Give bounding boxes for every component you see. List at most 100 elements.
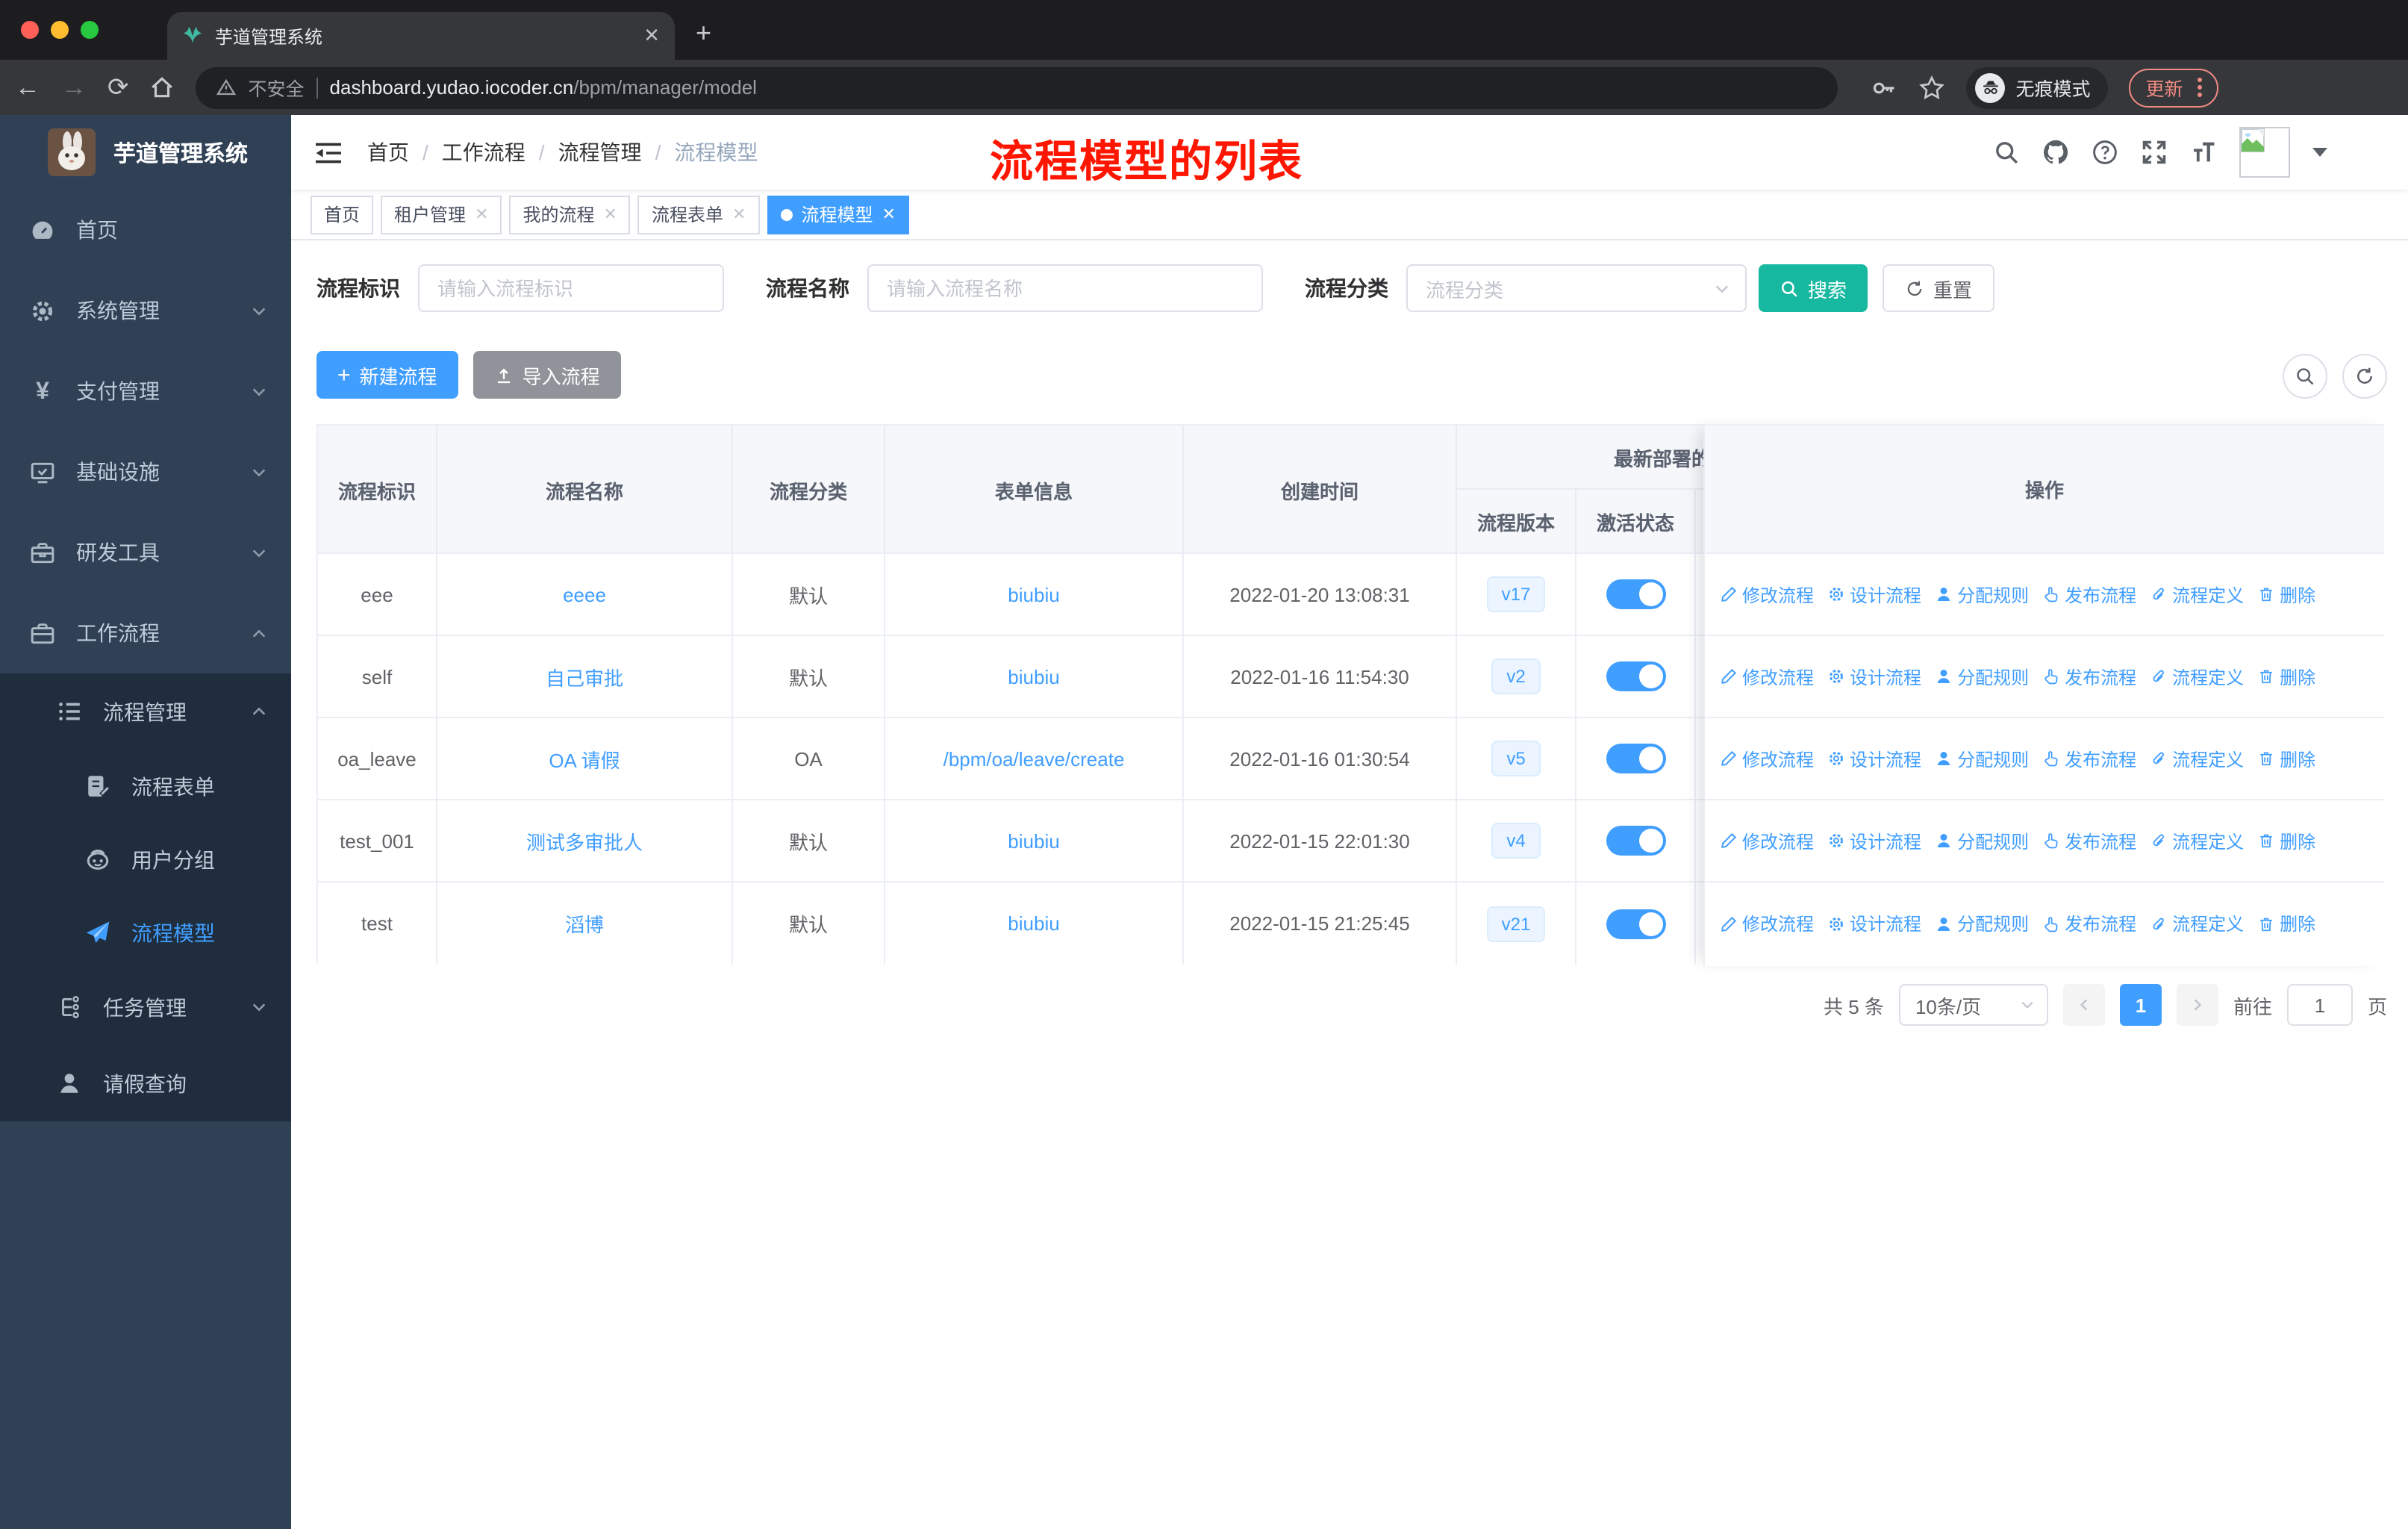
process-name-input[interactable] <box>867 264 1263 312</box>
current-page-button[interactable]: 1 <box>2119 984 2162 1026</box>
font-size-icon[interactable] <box>2190 139 2217 166</box>
version-tag[interactable]: v21 <box>1486 906 1546 941</box>
key-icon[interactable] <box>1871 74 1898 101</box>
active-toggle[interactable] <box>1606 826 1665 856</box>
process-definition-action[interactable]: 流程定义 <box>2150 664 2244 689</box>
create-process-button[interactable]: + 新建流程 <box>316 351 458 399</box>
tag-close-icon[interactable]: ✕ <box>882 205 895 224</box>
publish-process-action[interactable]: 发布流程 <box>2042 582 2136 607</box>
forward-icon[interactable]: → <box>61 75 87 100</box>
process-name-link[interactable]: 滔博 <box>437 882 733 965</box>
app-logo[interactable]: 芋道管理系统 <box>0 115 291 190</box>
toggle-search-button[interactable] <box>2283 354 2327 399</box>
delete-action[interactable]: 删除 <box>2257 746 2315 771</box>
user-avatar[interactable] <box>2239 127 2290 178</box>
process-id-input[interactable] <box>418 264 724 312</box>
view-tag[interactable]: 我的流程 ✕ <box>509 195 631 234</box>
edit-process-action[interactable]: 修改流程 <box>1720 664 1814 689</box>
view-tag[interactable]: 租户管理 ✕ <box>381 195 502 234</box>
design-process-action[interactable]: 设计流程 <box>1827 746 1921 771</box>
minimize-window-icon[interactable] <box>51 21 69 39</box>
sidebar-item-process-mgmt[interactable]: 流程管理 <box>0 673 291 750</box>
tag-close-icon[interactable]: ✕ <box>732 205 746 224</box>
delete-action[interactable]: 删除 <box>2257 582 2315 607</box>
process-definition-action[interactable]: 流程定义 <box>2150 911 2244 936</box>
sidebar-item-home[interactable]: 首页 <box>0 190 291 270</box>
security-label[interactable]: 不安全 <box>249 73 305 102</box>
new-tab-icon[interactable]: + <box>696 19 711 46</box>
publish-process-action[interactable]: 发布流程 <box>2042 911 2136 936</box>
delete-action[interactable]: 删除 <box>2257 828 2315 853</box>
publish-process-action[interactable]: 发布流程 <box>2042 664 2136 689</box>
assign-rule-action[interactable]: 分配规则 <box>1935 828 2029 853</box>
process-definition-action[interactable]: 流程定义 <box>2150 828 2244 853</box>
active-toggle[interactable] <box>1606 744 1665 773</box>
delete-action[interactable]: 删除 <box>2257 911 2315 936</box>
form-info-link[interactable]: biubiu <box>885 636 1184 717</box>
maximize-window-icon[interactable] <box>81 21 99 39</box>
reload-icon[interactable]: ⟳ <box>107 75 129 100</box>
sidebar-item-infra[interactable]: 基础设施 <box>0 432 291 512</box>
sidebar-item-system[interactable]: 系统管理 <box>0 270 291 351</box>
design-process-action[interactable]: 设计流程 <box>1827 828 1921 853</box>
sidebar-item-user-group[interactable]: 用户分组 <box>0 823 291 896</box>
prev-page-button[interactable] <box>2062 984 2105 1026</box>
edit-process-action[interactable]: 修改流程 <box>1720 582 1814 607</box>
design-process-action[interactable]: 设计流程 <box>1827 911 1921 936</box>
process-name-link[interactable]: eeee <box>437 554 733 635</box>
process-name-link[interactable]: 测试多审批人 <box>437 800 733 881</box>
active-toggle[interactable] <box>1606 909 1665 938</box>
browser-tab[interactable]: 芋道管理系统 ✕ <box>167 12 675 60</box>
back-icon[interactable]: ← <box>15 75 40 100</box>
publish-process-action[interactable]: 发布流程 <box>2042 828 2136 853</box>
tab-close-icon[interactable]: ✕ <box>643 24 660 48</box>
form-info-link[interactable]: /bpm/oa/leave/create <box>885 718 1184 799</box>
version-tag[interactable]: v2 <box>1491 658 1541 694</box>
version-tag[interactable]: v5 <box>1491 741 1541 776</box>
assign-rule-action[interactable]: 分配规则 <box>1935 664 2029 689</box>
help-icon[interactable] <box>2092 139 2118 166</box>
version-tag[interactable]: v4 <box>1491 823 1541 859</box>
category-select[interactable]: 流程分类 <box>1406 264 1747 312</box>
home-icon[interactable] <box>150 75 175 100</box>
assign-rule-action[interactable]: 分配规则 <box>1935 911 2029 936</box>
sidebar-item-task-mgmt[interactable]: 任务管理 <box>0 969 291 1045</box>
design-process-action[interactable]: 设计流程 <box>1827 582 1921 607</box>
import-process-button[interactable]: 导入流程 <box>472 351 621 399</box>
sidebar-item-process-form[interactable]: 流程表单 <box>0 750 291 823</box>
window-controls[interactable] <box>21 21 99 39</box>
search-icon[interactable] <box>1993 139 2020 166</box>
sidebar-item-process-model[interactable]: 流程模型 <box>0 896 291 969</box>
next-page-button[interactable] <box>2176 984 2218 1026</box>
assign-rule-action[interactable]: 分配规则 <box>1935 746 2029 771</box>
active-toggle[interactable] <box>1606 579 1665 609</box>
tag-close-icon[interactable]: ✕ <box>604 205 617 224</box>
sidebar-item-leave-query[interactable]: 请假查询 <box>0 1045 291 1121</box>
edit-process-action[interactable]: 修改流程 <box>1720 828 1814 853</box>
address-bar[interactable]: 不安全 dashboard.yudao.iocoder.cn/bpm/manag… <box>196 66 1838 108</box>
version-tag[interactable]: v17 <box>1486 576 1546 612</box>
sidebar-item-workflow[interactable]: 工作流程 <box>0 593 291 673</box>
process-name-link[interactable]: OA 请假 <box>437 718 733 799</box>
collapse-menu-icon[interactable] <box>314 140 343 165</box>
tag-close-icon[interactable]: ✕ <box>475 205 488 224</box>
edit-process-action[interactable]: 修改流程 <box>1720 746 1814 771</box>
active-toggle[interactable] <box>1606 661 1665 691</box>
search-button[interactable]: 搜索 <box>1759 264 1868 312</box>
sidebar-item-payment[interactable]: ¥ 支付管理 <box>0 351 291 432</box>
reset-button[interactable]: 重置 <box>1883 264 1995 312</box>
assign-rule-action[interactable]: 分配规则 <box>1935 582 2029 607</box>
form-info-link[interactable]: biubiu <box>885 882 1184 965</box>
refresh-table-button[interactable] <box>2342 354 2387 399</box>
github-icon[interactable] <box>2042 139 2069 166</box>
view-tag[interactable]: 首页 ✕ <box>311 195 374 234</box>
form-info-link[interactable]: biubiu <box>885 800 1184 881</box>
process-definition-action[interactable]: 流程定义 <box>2150 746 2244 771</box>
close-window-icon[interactable] <box>21 21 39 39</box>
breadcrumb-home[interactable]: 首页 <box>367 137 409 167</box>
fullscreen-icon[interactable] <box>2141 139 2168 166</box>
page-size-select[interactable]: 10条/页 <box>1898 984 2048 1026</box>
browser-menu-icon[interactable] <box>2198 78 2203 97</box>
process-name-link[interactable]: 自己审批 <box>437 636 733 717</box>
breadcrumb-process-mgmt[interactable]: 流程管理 <box>558 137 642 167</box>
